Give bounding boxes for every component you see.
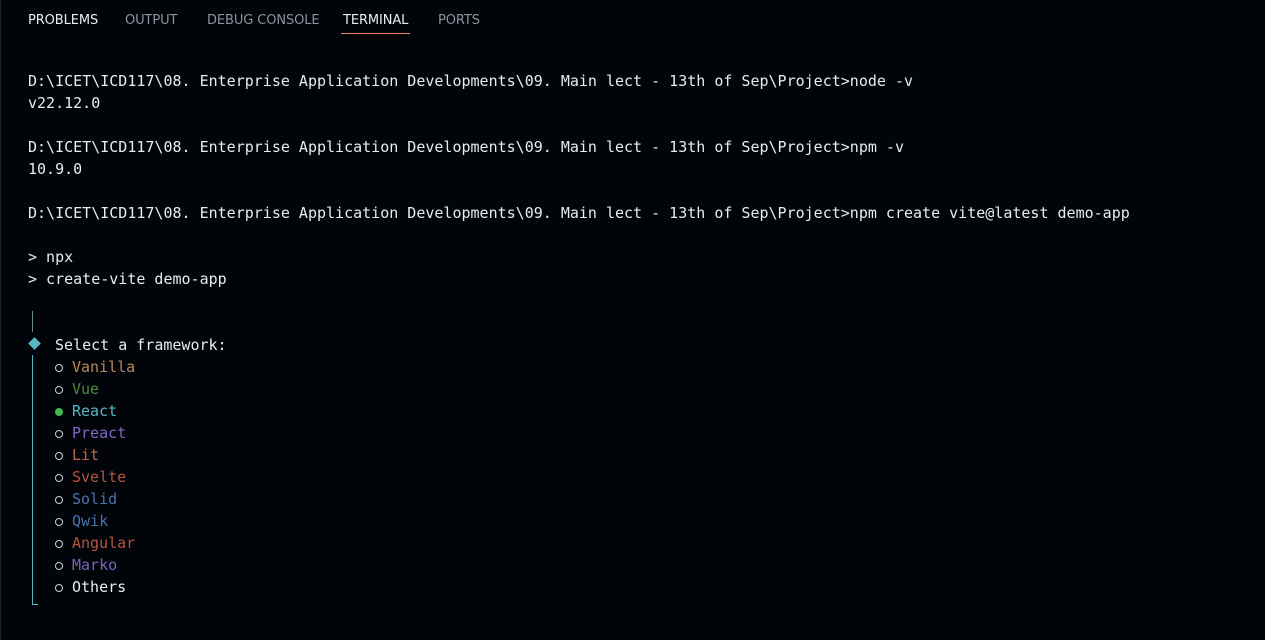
framework-option-qwik[interactable]: Qwik [55, 510, 108, 532]
radio-selected-icon [55, 408, 63, 416]
tab-debug-console[interactable]: DEBUG CONSOLE [207, 13, 320, 35]
terminal-panel: PROBLEMS OUTPUT DEBUG CONSOLE TERMINAL P… [0, 0, 1265, 640]
radio-unselected-icon [55, 496, 63, 504]
radio-unselected-icon [55, 474, 63, 482]
framework-option-others[interactable]: Others [55, 576, 126, 598]
command-line: D:\ICET\ICD117\08. Enterprise Applicatio… [28, 204, 1130, 222]
radio-unselected-icon [55, 540, 63, 548]
framework-option-solid[interactable]: Solid [55, 488, 117, 510]
tab-ports[interactable]: PORTS [438, 13, 480, 35]
output-line: 10.9.0 [28, 160, 83, 178]
radio-unselected-icon [55, 386, 63, 394]
prompt-guide-line [32, 355, 33, 605]
prompt-guide-line-top [32, 311, 33, 332]
tab-terminal[interactable]: TERMINAL [340, 13, 411, 35]
framework-option-label: Preact [72, 424, 127, 442]
framework-option-angular[interactable]: Angular [55, 532, 135, 554]
framework-option-lit[interactable]: Lit [55, 444, 99, 466]
prompt-label: Select a framework: [55, 336, 227, 354]
radio-unselected-icon [55, 584, 63, 592]
framework-option-label: Svelte [72, 468, 127, 486]
framework-option-marko[interactable]: Marko [55, 554, 117, 576]
tab-output[interactable]: OUTPUT [125, 13, 177, 35]
terminal-output[interactable]: D:\ICET\ICD117\08. Enterprise Applicatio… [28, 70, 1265, 290]
output-line: > npx [28, 248, 74, 266]
framework-option-vanilla[interactable]: Vanilla [55, 356, 135, 378]
prompt-guide-end [32, 604, 38, 605]
radio-unselected-icon [55, 364, 63, 372]
framework-option-label: Solid [72, 490, 118, 508]
framework-option-vue[interactable]: Vue [55, 378, 99, 400]
command-line: D:\ICET\ICD117\08. Enterprise Applicatio… [28, 72, 914, 90]
output-line: > create-vite demo-app [28, 270, 227, 288]
framework-option-label: Vanilla [72, 358, 136, 376]
framework-option-react[interactable]: React [55, 400, 117, 422]
radio-unselected-icon [55, 562, 63, 570]
output-line: v22.12.0 [28, 94, 101, 112]
framework-option-label: Vue [72, 380, 100, 398]
framework-option-label: Qwik [72, 512, 109, 530]
framework-option-label: React [72, 402, 118, 420]
radio-unselected-icon [55, 518, 63, 526]
framework-option-label: Marko [72, 556, 118, 574]
radio-unselected-icon [55, 430, 63, 438]
framework-option-svelte[interactable]: Svelte [55, 466, 126, 488]
framework-prompt: Select a framework: [28, 334, 428, 356]
command-line: D:\ICET\ICD117\08. Enterprise Applicatio… [28, 138, 904, 156]
framework-option-preact[interactable]: Preact [55, 422, 126, 444]
framework-option-label: Others [72, 578, 127, 596]
tab-problems[interactable]: PROBLEMS [28, 13, 98, 35]
panel-tab-bar: PROBLEMS OUTPUT DEBUG CONSOLE TERMINAL P… [1, 0, 1265, 40]
framework-option-label: Angular [72, 534, 136, 552]
framework-option-label: Lit [72, 446, 100, 464]
prompt-diamond-icon [28, 337, 41, 350]
radio-unselected-icon [55, 452, 63, 460]
